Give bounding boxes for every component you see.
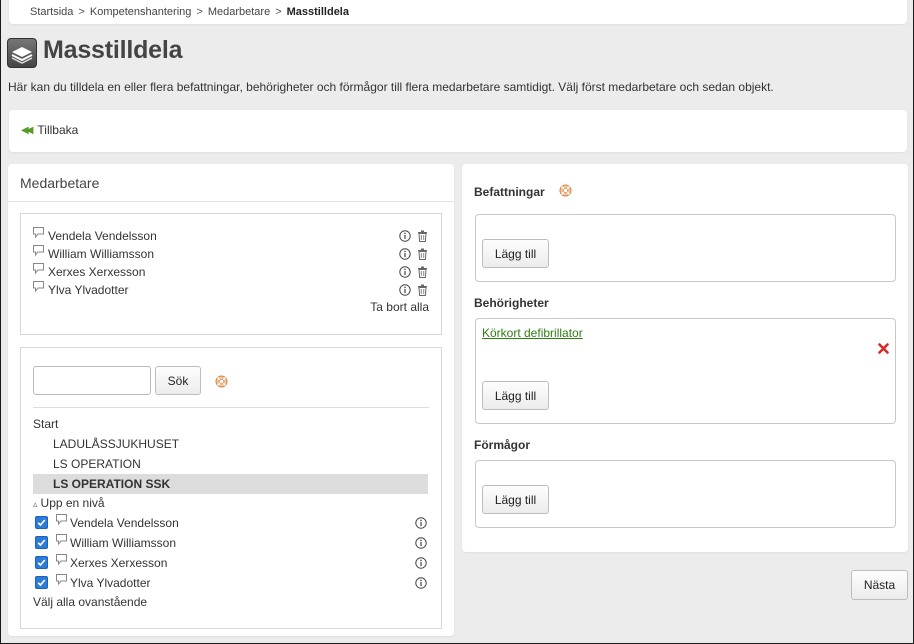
lifebuoy-help-icon[interactable] [215,375,228,391]
selected-employees-box: Vendela Vendelsson William Williamsson X… [20,213,442,335]
member-checkbox[interactable] [35,516,48,529]
add-permission-button[interactable]: Lägg till [482,381,549,410]
member-name: Ylva Ylvadotter [70,576,151,590]
selected-employee-row: Vendela Vendelsson [32,226,430,245]
info-icon[interactable] [415,577,427,592]
abilities-title: Förmågor [474,438,531,452]
speech-bubble-icon [32,280,45,296]
back-label: Tillbaka [37,123,79,137]
tree-root[interactable]: Start [33,417,58,431]
breadcrumb: Startsida > Kompetenshantering > Medarbetare… [9,0,907,24]
employees-heading: Medarbetare [20,175,100,191]
lifebuoy-help-icon[interactable] [559,184,572,200]
trash-icon[interactable] [417,248,428,263]
member-checkbox[interactable] [35,556,48,569]
speech-bubble-icon [55,573,68,589]
speech-bubble-icon [55,513,68,529]
trash-icon[interactable] [417,266,428,281]
page-intro: Här kan du tilldela en eller flera befat… [8,80,774,94]
employee-search-box: Sök Start LADULÅSSJUKHUSET LS OPERATION … [20,347,442,629]
abilities-box: Lägg till [475,460,896,528]
selected-employee-row: William Williamsson [32,244,430,263]
member-checkbox[interactable] [35,536,48,549]
divider [33,407,429,408]
member-name: Vendela Vendelsson [70,516,179,530]
breadcrumb-kompetenshantering[interactable]: Kompetenshantering [90,6,192,18]
divider [8,201,454,202]
employees-panel: Medarbetare Vendela Vendelsson William W… [8,164,454,636]
info-icon[interactable] [415,517,427,532]
info-icon[interactable] [415,557,427,572]
triangle-up-icon: ▵ [33,499,38,509]
selected-employee-name: Ylva Ylvadotter [48,283,129,297]
member-name: Xerxes Xerxesson [70,556,168,570]
info-icon[interactable] [399,230,411,245]
member-checkbox[interactable] [35,576,48,589]
speech-bubble-icon [32,226,45,242]
add-ability-button[interactable]: Lägg till [482,485,549,514]
select-all-link[interactable]: Välj alla ovanstående [33,595,147,609]
permission-item-link[interactable]: Körkort defibrillator [482,326,583,340]
breadcrumb-medarbetare[interactable]: Medarbetare [208,6,270,18]
double-arrow-left-icon: ◀◀ [21,124,33,136]
search-button[interactable]: Sök [155,366,201,395]
back-link[interactable]: ◀◀ Tillbaka [21,123,78,137]
up-level-label: Upp en nivå [40,496,105,510]
member-name: William Williamsson [70,536,177,550]
info-icon[interactable] [415,537,427,552]
selected-employee-name: William Williamsson [48,247,155,261]
delete-x-icon[interactable] [878,343,889,357]
permissions-title: Behörigheter [474,296,549,310]
positions-title: Befattningar [474,185,545,199]
next-button[interactable]: Nästa [851,570,908,600]
up-level-link[interactable]: ▵ Upp en nivå [33,496,105,510]
add-position-button[interactable]: Lägg till [482,239,549,268]
info-icon[interactable] [399,266,411,281]
breadcrumb-separator: > [196,6,203,18]
tree-unit-ls-operation[interactable]: LS OPERATION [53,457,141,471]
speech-bubble-icon [32,244,45,260]
mass-assign-icon [7,38,37,68]
breadcrumb-separator: > [275,6,282,18]
breadcrumb-current: Masstilldela [286,6,349,18]
selected-employee-row: Ylva Ylvadotter [32,280,430,299]
positions-box: Lägg till [475,214,896,282]
info-icon[interactable] [399,284,411,299]
speech-bubble-icon [55,553,68,569]
remove-all-link[interactable]: Ta bort alla [370,300,429,314]
selected-employee-name: Vendela Vendelsson [48,229,157,243]
assign-panel: Befattningar Lägg till Behörigheter Körk… [462,164,908,552]
tree-current-unit: LS OPERATION SSK [53,477,171,491]
trash-icon[interactable] [417,230,428,245]
permissions-box: Körkort defibrillator Lägg till [475,318,896,424]
trash-icon[interactable] [417,284,428,299]
search-input[interactable] [33,366,151,395]
page-title: Masstilldela [43,36,183,64]
back-bar: ◀◀ Tillbaka [9,110,907,152]
selected-employee-row: Xerxes Xerxesson [32,262,430,281]
info-icon[interactable] [399,248,411,263]
speech-bubble-icon [55,533,68,549]
selected-employee-name: Xerxes Xerxesson [48,265,146,279]
breadcrumb-startsida[interactable]: Startsida [30,6,73,18]
speech-bubble-icon [32,262,45,278]
tree-unit-ladulassjukhuset[interactable]: LADULÅSSJUKHUSET [53,437,179,451]
breadcrumb-separator: > [78,6,85,18]
